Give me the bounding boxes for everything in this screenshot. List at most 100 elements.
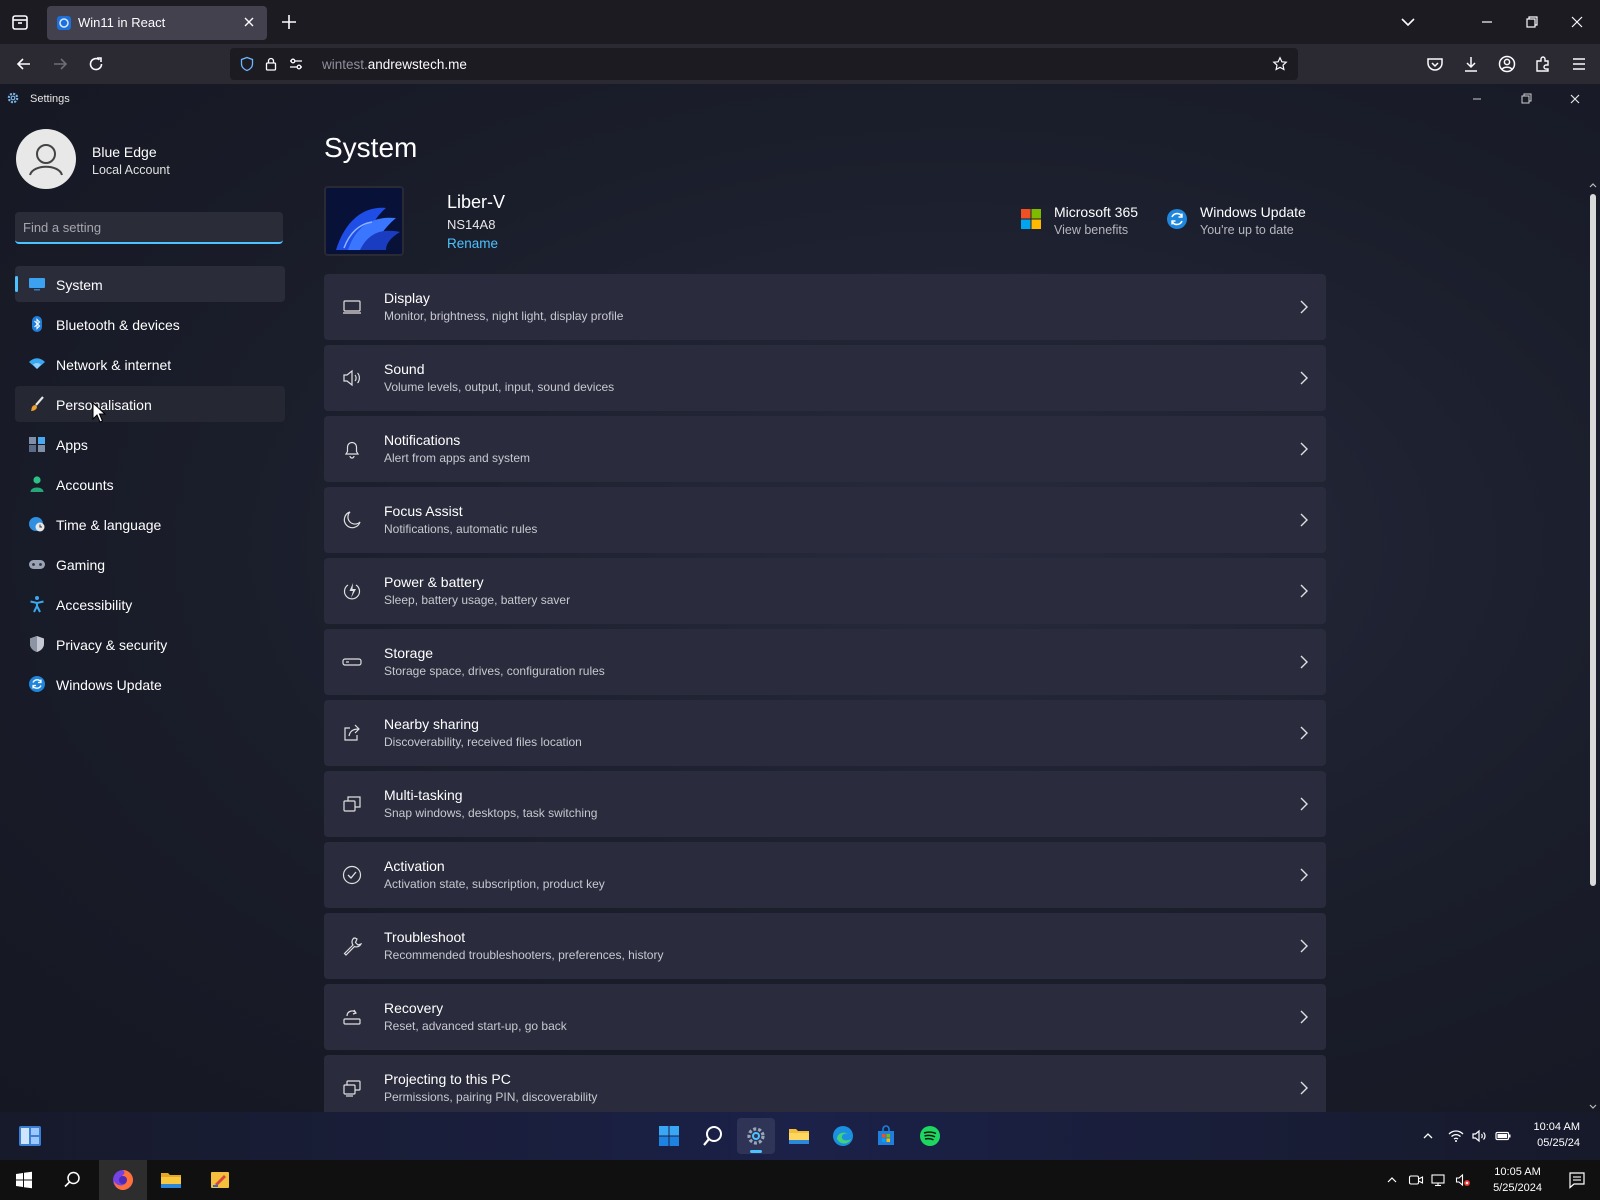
os-taskbar: 10:05 AM 5/25/2024: [0, 1160, 1600, 1200]
os-firefox-app[interactable]: [99, 1160, 147, 1200]
card-activation[interactable]: Activation Activation state, subscriptio…: [324, 842, 1326, 908]
card-nearby-sharing[interactable]: Nearby sharing Discoverability, received…: [324, 700, 1326, 766]
settings-gear-icon: [747, 1127, 765, 1145]
taskbar-file-explorer[interactable]: [780, 1118, 818, 1154]
browser-tab[interactable]: Win11 in React: [47, 6, 267, 40]
minimize-icon[interactable]: [1475, 10, 1499, 34]
card-subtitle: Monitor, brightness, night light, displa…: [384, 309, 624, 323]
card-title: Troubleshoot: [384, 929, 466, 945]
back-icon[interactable]: [14, 54, 34, 74]
taskbar-settings-app[interactable]: [737, 1118, 775, 1154]
sidebar-item-windows-update[interactable]: Windows Update: [15, 666, 285, 702]
taskbar-store[interactable]: [867, 1118, 905, 1154]
account-icon[interactable]: [1497, 54, 1517, 74]
card-notifications[interactable]: Notifications Alert from apps and system: [324, 416, 1326, 482]
taskbar-edge[interactable]: [824, 1118, 862, 1154]
sidebar-item-label: Privacy & security: [56, 637, 168, 653]
os-clock-date: 5/25/2024: [1493, 1182, 1542, 1194]
restore-icon[interactable]: [1520, 10, 1544, 34]
os-search-button[interactable]: [48, 1160, 96, 1200]
avatar[interactable]: [16, 129, 76, 189]
settings-minimize-icon[interactable]: [1468, 90, 1486, 108]
sidebar-item-gaming[interactable]: Gaming: [15, 546, 285, 582]
menu-icon[interactable]: [1569, 54, 1589, 74]
chevron-up-icon[interactable]: [1420, 1128, 1436, 1144]
shield-icon: [30, 636, 44, 652]
device-wallpaper-thumbnail: [324, 186, 404, 256]
card-troubleshoot[interactable]: Troubleshoot Recommended troubleshooters…: [324, 913, 1326, 979]
widgets-icon[interactable]: [18, 1125, 42, 1147]
card-title: Multi-tasking: [384, 787, 463, 803]
lock-icon[interactable]: [263, 56, 279, 72]
card-focus-assist[interactable]: Focus Assist Notifications, automatic ru…: [324, 487, 1326, 553]
sidebar-item-system[interactable]: System: [15, 266, 285, 302]
mouse-cursor-icon: [92, 402, 106, 423]
card-title: Recovery: [384, 1000, 444, 1016]
reload-icon[interactable]: [86, 54, 106, 74]
address-bar[interactable]: wintest.andrewstech.me: [230, 48, 1298, 80]
os-paint-app[interactable]: [196, 1160, 244, 1200]
scroll-thumb[interactable]: [1590, 194, 1596, 886]
sidebar-item-personalisation[interactable]: Personalisation: [15, 386, 285, 422]
card-multi-tasking[interactable]: Multi-tasking Snap windows, desktops, ta…: [324, 771, 1326, 837]
list-all-tabs-icon[interactable]: [1396, 10, 1420, 34]
card-display[interactable]: Display Monitor, brightness, night light…: [324, 274, 1326, 340]
settings-maximize-icon[interactable]: [1517, 90, 1535, 108]
main-scrollbar[interactable]: [1586, 180, 1600, 1112]
bookmark-star-icon[interactable]: [1272, 56, 1288, 72]
microsoft-365-promo[interactable]: Microsoft 365 View benefits: [1020, 204, 1150, 244]
os-clock[interactable]: 10:05 AM 5/25/2024: [1493, 1164, 1542, 1196]
card-power-battery[interactable]: Power & battery Sleep, battery usage, ba…: [324, 558, 1326, 624]
chevron-up-icon[interactable]: [1384, 1172, 1400, 1188]
settings-titlebar[interactable]: Settings: [0, 84, 1600, 114]
os-start-button[interactable]: [0, 1160, 48, 1200]
sidebar-item-accessibility[interactable]: Accessibility: [15, 586, 285, 622]
taskbar-spotify[interactable]: [911, 1118, 949, 1154]
taskbar-search-button[interactable]: [694, 1118, 732, 1154]
downloads-icon[interactable]: [1461, 54, 1481, 74]
card-storage[interactable]: Storage Storage space, drives, configura…: [324, 629, 1326, 695]
scroll-up-icon[interactable]: [1588, 180, 1598, 190]
os-file-explorer[interactable]: [147, 1160, 195, 1200]
sidebar-item-accounts[interactable]: Accounts: [15, 466, 285, 502]
start-button[interactable]: [650, 1118, 688, 1154]
search-input[interactable]: [15, 212, 283, 242]
volume-icon[interactable]: [1471, 1128, 1487, 1144]
battery-icon[interactable]: [1495, 1128, 1511, 1144]
notification-center-icon[interactable]: [1568, 1171, 1586, 1189]
sidebar-item-bluetooth[interactable]: Bluetooth & devices: [15, 306, 285, 342]
volume-muted-icon[interactable]: [1455, 1172, 1471, 1188]
network-icon[interactable]: [1431, 1172, 1447, 1188]
check-circle-icon: [342, 865, 362, 885]
sidebar-item-privacy[interactable]: Privacy & security: [15, 626, 285, 662]
rename-link[interactable]: Rename: [447, 236, 498, 251]
meet-now-icon[interactable]: [1408, 1172, 1424, 1188]
card-sound[interactable]: Sound Volume levels, output, input, soun…: [324, 345, 1326, 411]
user-name: Blue Edge: [92, 144, 157, 160]
tracking-protection-icon[interactable]: [239, 56, 255, 72]
close-window-icon[interactable]: [1565, 10, 1589, 34]
forward-icon[interactable]: [50, 54, 70, 74]
sidebar-item-network[interactable]: Network & internet: [15, 346, 285, 382]
gamepad-icon: [29, 560, 45, 569]
update-icon: [1167, 209, 1187, 229]
firefox-view-icon[interactable]: [10, 12, 30, 32]
wifi-icon[interactable]: [1448, 1128, 1464, 1144]
speaker-icon: [343, 369, 360, 387]
card-recovery[interactable]: Recovery Reset, advanced start-up, go ba…: [324, 984, 1326, 1050]
new-tab-icon[interactable]: [280, 13, 298, 31]
web-taskbar: 10:04 AM 05/25/24: [0, 1112, 1600, 1160]
sidebar-item-label: Time & language: [56, 517, 162, 533]
extensions-icon[interactable]: [1533, 54, 1553, 74]
settings-close-icon[interactable]: [1566, 90, 1584, 108]
sidebar-item-time-language[interactable]: Time & language: [15, 506, 285, 542]
permissions-icon[interactable]: [288, 56, 304, 72]
sidebar-item-apps[interactable]: Apps: [15, 426, 285, 462]
pocket-icon[interactable]: [1425, 54, 1445, 74]
close-tab-icon[interactable]: [241, 14, 257, 30]
projector-icon: [343, 1080, 361, 1097]
tab-favicon-icon: [57, 16, 71, 30]
web-taskbar-clock[interactable]: 10:04 AM 05/25/24: [1534, 1119, 1580, 1151]
windows-update-promo[interactable]: Windows Update You're up to date: [1166, 204, 1316, 244]
scroll-down-icon[interactable]: [1588, 1102, 1598, 1112]
